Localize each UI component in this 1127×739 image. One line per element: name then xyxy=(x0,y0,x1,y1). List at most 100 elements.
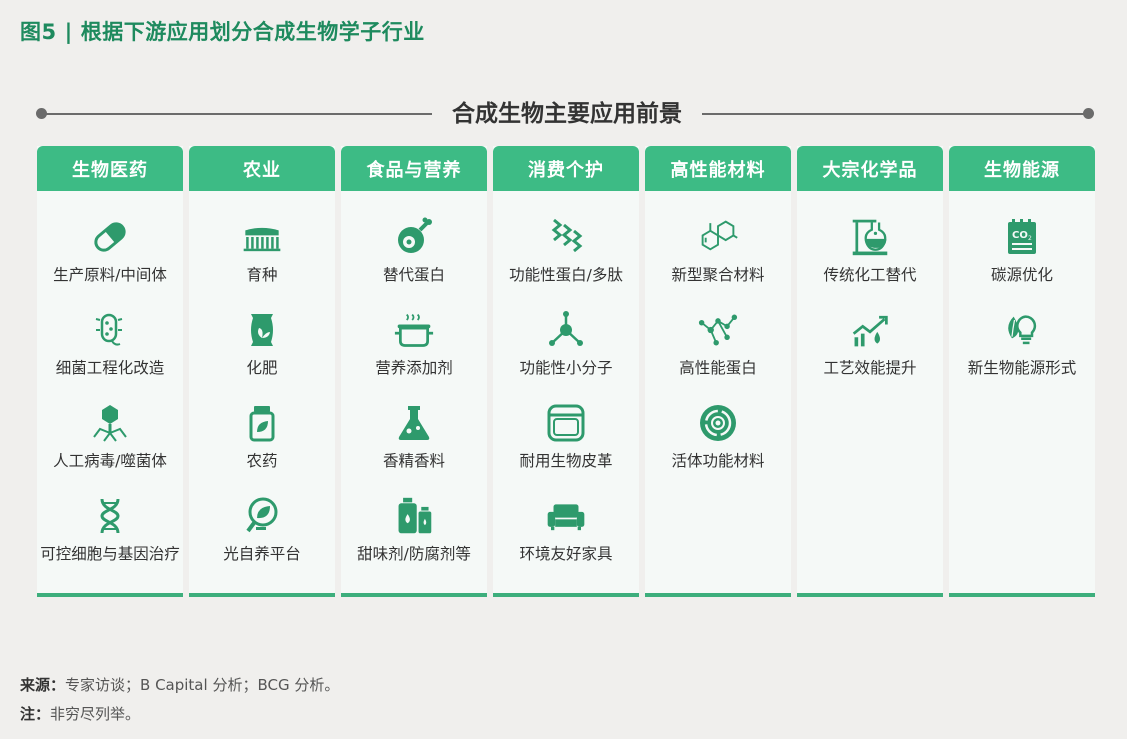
list-item: 农药 xyxy=(189,401,335,494)
item-label: 高性能蛋白 xyxy=(679,359,757,377)
svg-text:2: 2 xyxy=(1028,235,1032,242)
title-separator: | xyxy=(64,20,73,44)
virus-icon xyxy=(88,401,132,445)
item-label: 功能性小分子 xyxy=(519,359,613,377)
fertilizer-bag-icon xyxy=(240,308,284,352)
list-item: 香精香料 xyxy=(341,401,487,494)
item-label: 碳源优化 xyxy=(990,266,1053,284)
item-label: 耐用生物皮革 xyxy=(519,452,613,470)
capsule-icon xyxy=(88,215,132,259)
column-consumer-care: 消费个护 功能性蛋白/多肽 功能性小分子 耐用生物皮革 环境友好家具 xyxy=(493,146,639,597)
peptide-icon xyxy=(544,215,588,259)
item-label: 环境友好家具 xyxy=(519,545,613,563)
item-label: 化肥 xyxy=(246,359,278,377)
list-item: 替代蛋白 xyxy=(341,215,487,308)
list-item: 工艺效能提升 xyxy=(797,308,943,401)
column-bioenergy: 生物能源 CO 2 碳源优化 新生物能源形式 xyxy=(949,146,1095,597)
column-header: 农业 xyxy=(189,146,335,191)
circular-target-icon xyxy=(696,401,740,445)
bacterium-icon xyxy=(88,308,132,352)
list-item: 功能性小分子 xyxy=(493,308,639,401)
column-bulk-chemicals: 大宗化学品 传统化工替代 工艺效能提升 xyxy=(797,146,943,597)
leather-icon xyxy=(544,401,588,445)
item-label: 人工病毒/噬菌体 xyxy=(53,452,167,470)
figure-title: 图5 | 根据下游应用划分合成生物学子行业 xyxy=(20,16,425,46)
item-label: 甜味剂/防腐剂等 xyxy=(357,545,471,563)
flask-icon xyxy=(392,401,436,445)
note-text: 非穷尽列举。 xyxy=(50,705,141,723)
list-item: 人工病毒/噬菌体 xyxy=(37,401,183,494)
list-item: 光自养平台 xyxy=(189,494,335,587)
list-item: 甜味剂/防腐剂等 xyxy=(341,494,487,587)
main-heading-row: 合成生物主要应用前景 xyxy=(36,98,1096,130)
list-item: 新型聚合材料 xyxy=(645,215,791,308)
column-header: 大宗化学品 xyxy=(797,146,943,191)
column-high-performance-materials: 高性能材料 新型聚合材料 高性能蛋白 活体功能材料 xyxy=(645,146,791,597)
application-columns: 生物医药 生产原料/中间体 细菌工程化改造 人工病毒/噬菌体 可控细胞与基因治疗… xyxy=(37,146,1095,597)
dna-icon xyxy=(88,494,132,538)
list-item: 细菌工程化改造 xyxy=(37,308,183,401)
list-item: CO 2 碳源优化 xyxy=(949,215,1095,308)
item-label: 香精香料 xyxy=(382,452,445,470)
list-item: 化肥 xyxy=(189,308,335,401)
list-item: 耐用生物皮革 xyxy=(493,401,639,494)
source-note: 来源：专家访谈；B Capital 分析；BCG 分析。 xyxy=(20,674,339,695)
source-text: 专家访谈；B Capital 分析；BCG 分析。 xyxy=(65,676,340,694)
lab-flask-stand-icon xyxy=(848,215,892,259)
bottles-icon xyxy=(392,494,436,538)
list-item: 活体功能材料 xyxy=(645,401,791,494)
list-item: 生产原料/中间体 xyxy=(37,215,183,308)
column-header: 食品与营养 xyxy=(341,146,487,191)
list-item: 功能性蛋白/多肽 xyxy=(493,215,639,308)
item-label: 新型聚合材料 xyxy=(671,266,765,284)
item-label: 新生物能源形式 xyxy=(967,359,1077,377)
item-label: 工艺效能提升 xyxy=(823,359,917,377)
item-label: 替代蛋白 xyxy=(382,266,445,284)
list-item: 环境友好家具 xyxy=(493,494,639,587)
column-food-nutrition: 食品与营养 替代蛋白 营养添加剂 香精香料 甜味剂/防腐剂等 xyxy=(341,146,487,597)
list-item: 高性能蛋白 xyxy=(645,308,791,401)
co2-note-icon: CO 2 xyxy=(1000,215,1044,259)
item-label: 生产原料/中间体 xyxy=(53,266,167,284)
leaf-bulb-energy-icon xyxy=(1000,308,1044,352)
list-item: 可控细胞与基因治疗 xyxy=(37,494,183,587)
item-label: 育种 xyxy=(246,266,278,284)
item-label: 农药 xyxy=(246,452,278,470)
footnote: 注：非穷尽列举。 xyxy=(20,703,140,724)
column-header: 消费个护 xyxy=(493,146,639,191)
list-item: 营养添加剂 xyxy=(341,308,487,401)
growth-chart-icon xyxy=(848,308,892,352)
heading-left-line xyxy=(42,113,432,115)
figure-number: 图5 xyxy=(20,20,57,44)
item-label: 功能性蛋白/多肽 xyxy=(509,266,623,284)
meat-icon xyxy=(392,215,436,259)
molecule-icon xyxy=(544,308,588,352)
pesticide-jar-icon xyxy=(240,401,284,445)
list-item: 新生物能源形式 xyxy=(949,308,1095,401)
list-item: 育种 xyxy=(189,215,335,308)
item-label: 营养添加剂 xyxy=(375,359,453,377)
pot-icon xyxy=(392,308,436,352)
svg-text:CO: CO xyxy=(1012,230,1028,241)
column-header: 生物能源 xyxy=(949,146,1095,191)
item-label: 传统化工替代 xyxy=(823,266,917,284)
column-agriculture: 农业 育种 化肥 农药 光自养平台 xyxy=(189,146,335,597)
column-header: 生物医药 xyxy=(37,146,183,191)
note-label: 注： xyxy=(20,705,51,723)
item-label: 可控细胞与基因治疗 xyxy=(40,545,180,563)
heading-right-line xyxy=(702,113,1088,115)
heading-right-dot xyxy=(1083,108,1094,119)
item-label: 细菌工程化改造 xyxy=(55,359,165,377)
item-label: 光自养平台 xyxy=(223,545,301,563)
figure-title-text: 根据下游应用划分合成生物学子行业 xyxy=(80,20,425,44)
network-icon xyxy=(696,308,740,352)
hexagon-structure-icon xyxy=(696,215,740,259)
main-heading: 合成生物主要应用前景 xyxy=(452,101,682,127)
toothbrush-field-icon xyxy=(240,215,284,259)
column-header: 高性能材料 xyxy=(645,146,791,191)
sofa-icon xyxy=(544,494,588,538)
list-item: 传统化工替代 xyxy=(797,215,943,308)
source-label: 来源： xyxy=(20,676,66,694)
column-biomedicine: 生物医药 生产原料/中间体 细菌工程化改造 人工病毒/噬菌体 可控细胞与基因治疗 xyxy=(37,146,183,597)
leaf-bulb-icon xyxy=(240,494,284,538)
